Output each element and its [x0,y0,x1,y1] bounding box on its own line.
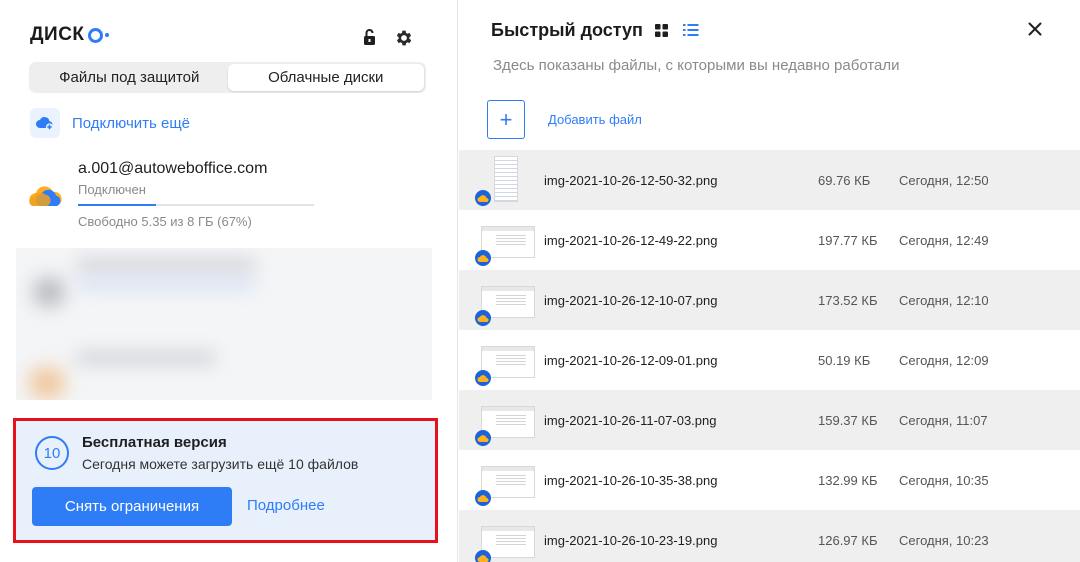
cloud-add-icon [30,108,60,138]
quick-access-panel: Быстрый доступ Здесь показаны файлы, с к… [459,0,1080,562]
storage-usage-fill [78,204,156,206]
file-size: 173.52 КБ [818,292,878,308]
file-name: img-2021-10-26-12-50-32.png [544,172,718,188]
close-icon[interactable] [1028,22,1042,36]
file-size: 69.76 КБ [818,172,871,188]
app-logo: ДИСК [30,24,109,46]
file-date: Сегодня, 12:09 [899,352,989,368]
storage-usage-bar [78,204,314,206]
recent-files-list: img-2021-10-26-12-50-32.png 69.76 КБ Сегод… [459,150,1080,562]
thumbnail-content [496,475,526,487]
thumbnail-image [494,156,518,202]
tab-protected-files[interactable]: Файлы под защитой [31,64,228,91]
account-email: a.001@autoweboffice.com [78,160,268,177]
panel-subtitle: Здесь показаны файлы, с которыми вы неда… [493,57,900,74]
file-row[interactable]: img-2021-10-26-12-50-32.png 69.76 КБ Сегод… [459,150,1080,210]
storage-free-text: Свободно 5.35 из 8 ГБ (67%) [78,214,252,229]
file-row[interactable]: img-2021-10-26-12-10-07.png 173.52 КБ Сего… [459,270,1080,330]
add-file-link[interactable]: Добавить файл [548,112,642,127]
banner-subtitle: Сегодня можете загрузить ещё 10 файлов [82,456,359,472]
panel-title: Быстрый доступ [491,20,643,40]
file-size: 159.37 КБ [818,412,878,428]
remove-limits-button[interactable]: Снять ограничения [32,487,232,526]
sidebar-panel: ДИСК Файлы под защитой Облачные диски По… [0,0,458,562]
blurred-avatar [34,278,64,306]
cloud-account-item[interactable]: a.001@autoweboffice.com Подключен Свобод… [28,158,328,238]
file-name: img-2021-10-26-12-09-01.png [544,352,718,368]
thumbnail-content [496,415,526,427]
cloud-sync-icon [475,190,491,206]
file-thumbnail [475,458,535,506]
connect-more-label: Подключить ещё [72,114,191,132]
cloud-sync-icon [475,250,491,266]
cloud-sync-icon [475,430,491,446]
file-size: 50.19 КБ [818,352,871,368]
file-date: Сегодня, 12:50 [899,172,989,188]
file-thumbnail [475,398,535,446]
file-size: 126.97 КБ [818,532,878,548]
file-name: img-2021-10-26-10-23-19.png [544,532,718,548]
tab-cloud-drives[interactable]: Облачные диски [227,64,424,91]
file-row[interactable]: img-2021-10-26-10-35-38.png 132.99 КБ Сего… [459,450,1080,510]
file-row[interactable]: img-2021-10-26-12-09-01.png 50.19 КБ Сегод… [459,330,1080,390]
unlock-icon[interactable] [360,28,378,46]
file-thumbnail [475,156,535,206]
file-thumbnail [475,218,535,266]
file-row[interactable]: img-2021-10-26-10-23-19.png 126.97 КБ Сего… [459,510,1080,562]
cloud-sync-icon [475,310,491,326]
file-name: img-2021-10-26-12-10-07.png [544,292,718,308]
blurred-line [76,260,256,270]
file-thumbnail [475,518,535,562]
blurred-avatar [30,368,64,398]
banner-title: Бесплатная версия [82,434,227,451]
file-date: Сегодня, 11:07 [899,412,988,428]
logo-text: ДИСК [30,24,85,45]
list-icon[interactable] [683,23,699,37]
cloud-sync-icon [475,370,491,386]
file-size: 132.99 КБ [818,472,878,488]
file-thumbnail [475,338,535,386]
file-date: Сегодня, 10:35 [899,472,989,488]
add-file-button[interactable]: + [487,100,525,139]
thumbnail-content [496,295,526,307]
account-status: Подключен [78,182,146,197]
grid-icon[interactable] [655,24,668,37]
file-date: Сегодня, 12:49 [899,232,989,248]
cloud-sync-icon [475,490,491,506]
logo-mark [87,27,103,43]
connect-more-button[interactable]: Подключить ещё [30,108,190,138]
thumbnail-content [496,535,526,547]
cloud-avatar-icon [29,186,62,206]
thumbnail-content [496,355,526,367]
add-file-row: + Добавить файл [487,100,642,139]
file-name: img-2021-10-26-12-49-22.png [544,232,718,248]
thumbnail-content [496,235,526,247]
file-date: Сегодня, 10:23 [899,532,989,548]
file-size: 197.77 КБ [818,232,878,248]
blurred-line [76,280,256,288]
blurred-accounts-area [16,248,432,400]
gear-icon[interactable] [394,28,414,48]
file-row[interactable]: img-2021-10-26-11-07-03.png 159.37 КБ Сего… [459,390,1080,450]
cloud-sync-icon [475,550,491,562]
blurred-line [76,353,216,363]
file-name: img-2021-10-26-11-07-03.png [544,412,717,428]
free-version-banner: 10 Бесплатная версия Сегодня можете загр… [13,418,438,543]
file-date: Сегодня, 12:10 [899,292,989,308]
logo-dot [104,33,109,37]
upload-count-badge: 10 [35,436,69,470]
file-name: img-2021-10-26-10-35-38.png [544,472,718,488]
storage-segment-control: Файлы под защитой Облачные диски [29,62,426,93]
file-thumbnail [475,278,535,326]
file-row[interactable]: img-2021-10-26-12-49-22.png 197.77 КБ Сего… [459,210,1080,270]
more-info-link[interactable]: Подробнее [247,497,325,514]
